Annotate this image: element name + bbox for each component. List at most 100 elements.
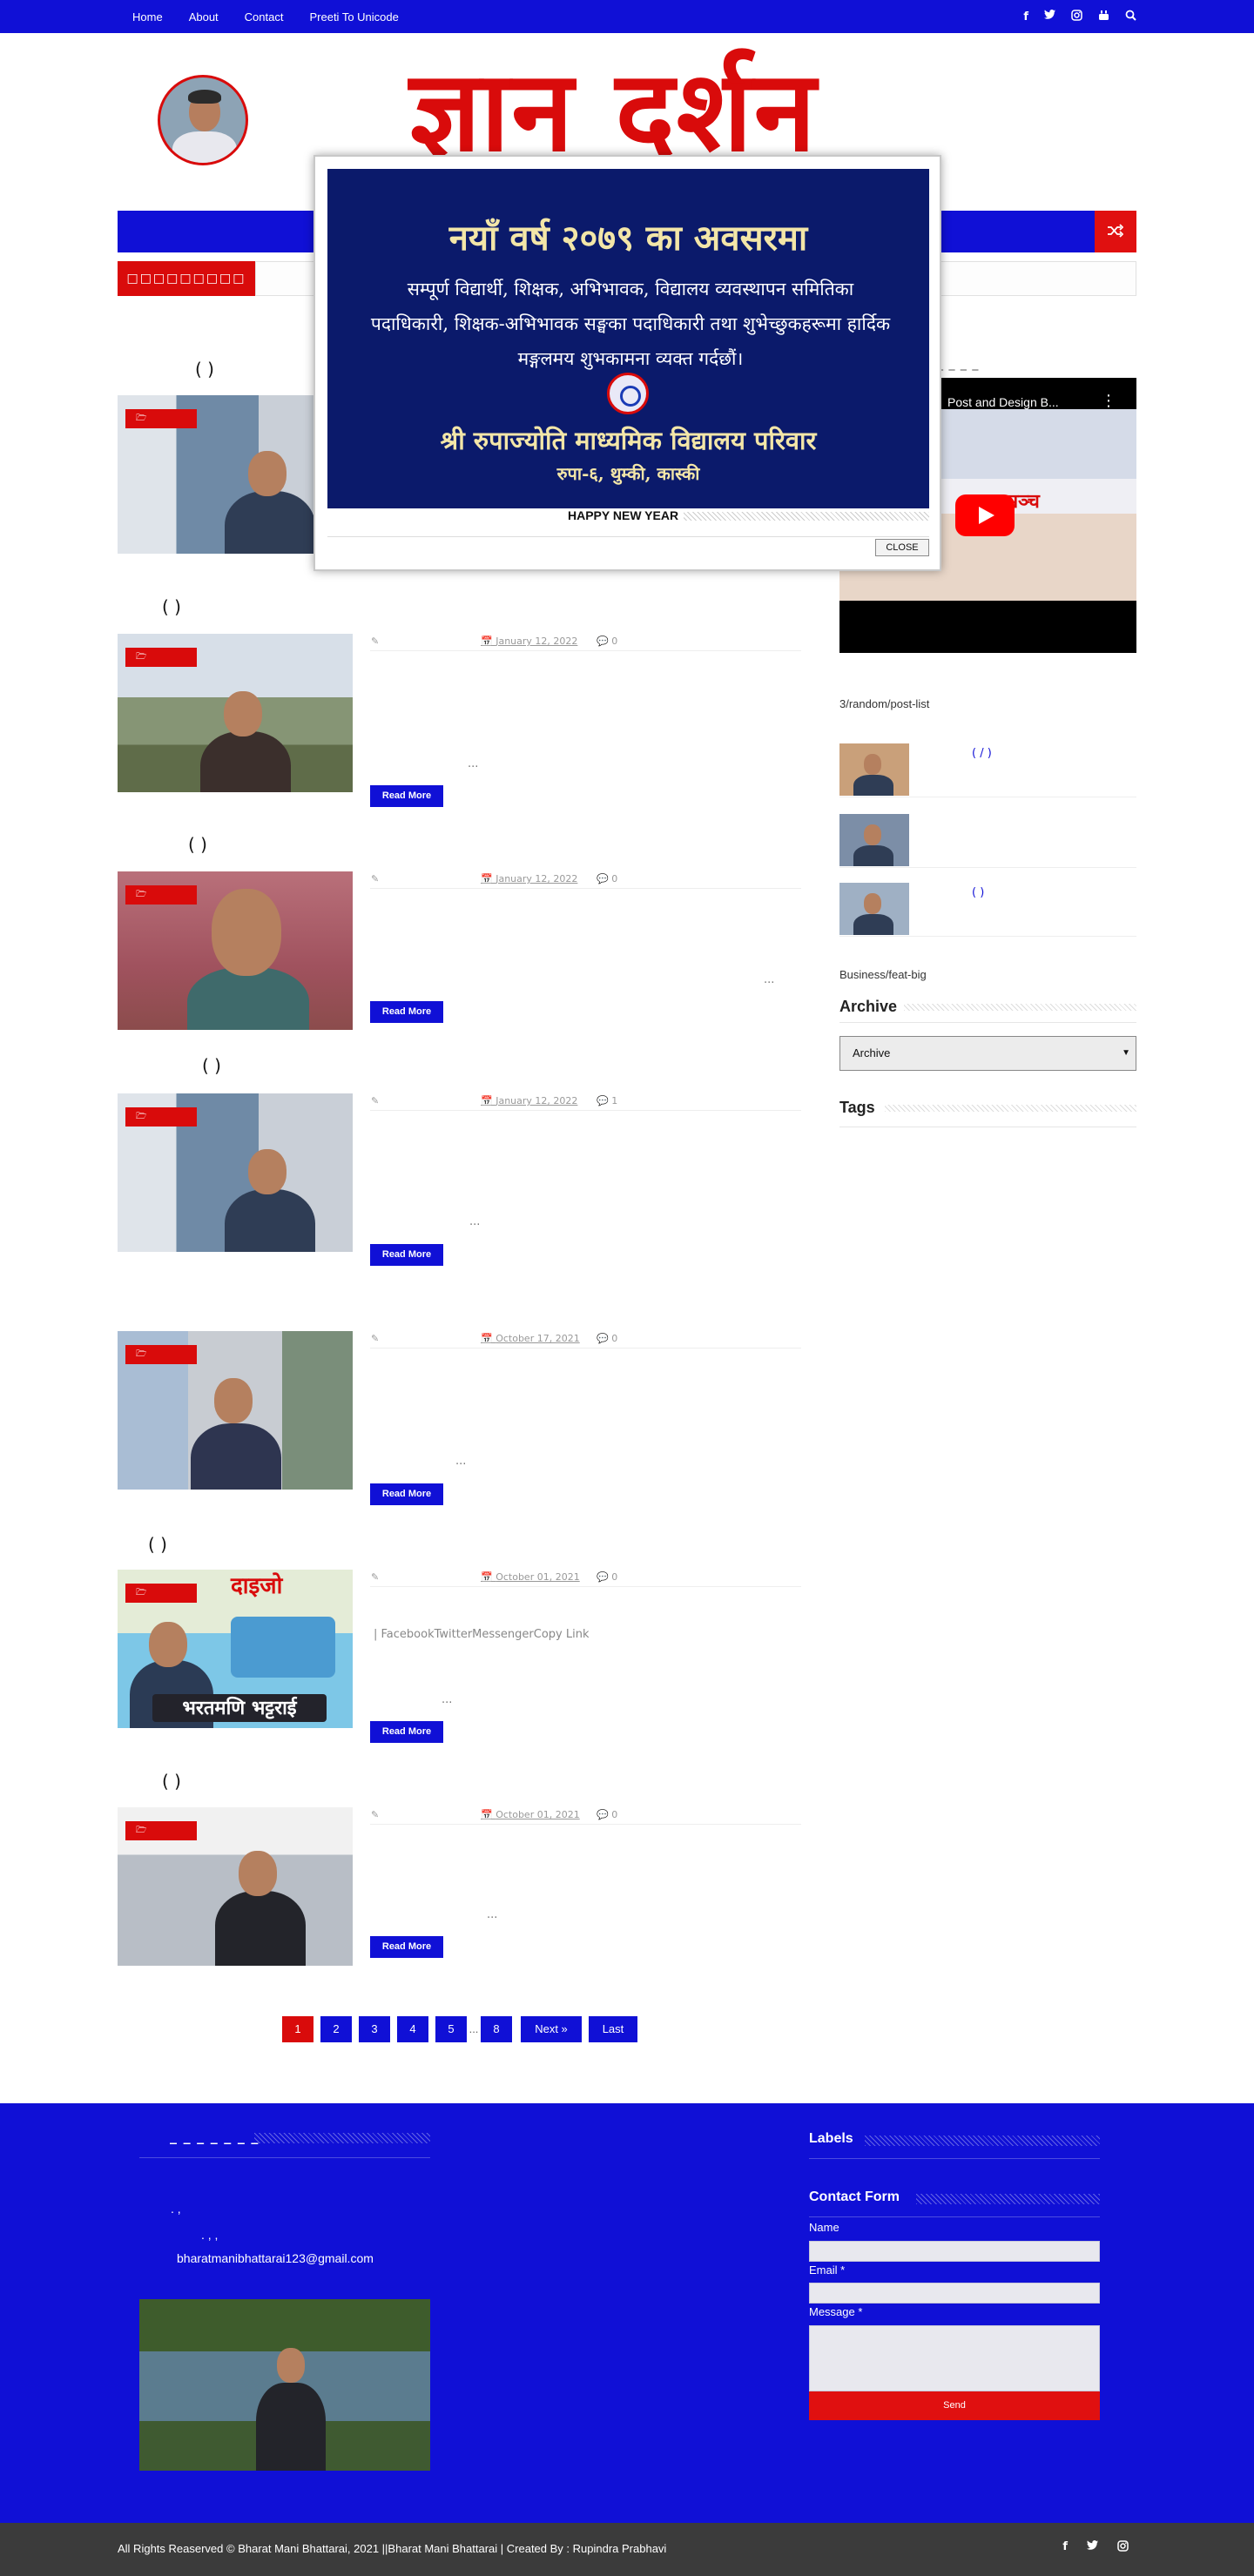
post-date[interactable]: 📅 January 12, 2022 <box>481 1095 577 1106</box>
post-thumbnail[interactable]: दाइजो भरतमणि भट्टराई 🗁 <box>118 1570 353 1728</box>
share-links[interactable]: | FacebookTwitterMessengerCopy Link <box>374 1628 590 1641</box>
footer-labels-heading: Labels <box>809 2131 853 2146</box>
footer-social-icons: f <box>1062 2540 1129 2555</box>
facebook-icon[interactable]: f <box>1062 2540 1068 2555</box>
post-date[interactable]: 📅 October 17, 2021 <box>481 1333 580 1344</box>
email-input[interactable] <box>809 2283 1100 2304</box>
new-year-popup: नयाँ वर्ष २०७९ का अवसरमा सम्पूर्ण विद्या… <box>314 155 941 571</box>
search-icon[interactable] <box>1125 10 1136 24</box>
read-more-button[interactable]: Read More <box>370 1936 443 1958</box>
post-title[interactable]: ( ) <box>188 834 207 855</box>
comment-count[interactable]: 💬 0 <box>597 1571 617 1583</box>
youtube-icon[interactable] <box>1098 10 1109 24</box>
name-label: Name <box>809 2221 839 2234</box>
copyright-text: All Rights Reaserved © Bharat Mani Bhatt… <box>118 2542 667 2555</box>
category-badge[interactable]: 🗁 <box>125 885 197 905</box>
category-badge[interactable]: 🗁 <box>125 1584 197 1603</box>
pencil-icon: ✎ <box>371 873 380 884</box>
comment-count[interactable]: 💬 0 <box>597 1809 617 1820</box>
post-thumbnail[interactable]: 🗁 <box>118 1331 353 1490</box>
comment-count[interactable]: 💬 0 <box>597 1333 617 1344</box>
category-badge[interactable]: 🗁 <box>125 1107 197 1127</box>
category-badge[interactable]: 🗁 <box>125 1345 197 1364</box>
comment-count[interactable]: 💬 0 <box>597 636 617 647</box>
page-5[interactable]: 5 <box>435 2016 467 2042</box>
post-title[interactable]: ( ) <box>195 359 214 380</box>
random-post-item[interactable]: ( ) <box>839 883 1136 937</box>
read-more-button[interactable]: Read More <box>370 1721 443 1743</box>
read-more-button[interactable]: Read More <box>370 1483 443 1505</box>
read-more-button[interactable]: Read More <box>370 1001 443 1023</box>
category-badge[interactable]: 🗁 <box>125 648 197 667</box>
footer-about-title: _ _ _ _ _ _ _ <box>170 2128 260 2144</box>
nav-preeti-to-unicode[interactable]: Preeti To Unicode <box>309 10 398 24</box>
twitter-icon[interactable] <box>1044 10 1055 24</box>
folder-icon: 🗁 <box>136 1112 147 1121</box>
next-page-button[interactable]: Next » <box>521 2016 582 2042</box>
read-more-button[interactable]: Read More <box>370 785 443 807</box>
page-8[interactable]: 8 <box>481 2016 512 2042</box>
page-3[interactable]: 3 <box>359 2016 390 2042</box>
post-date[interactable]: 📅 October 01, 2021 <box>481 1809 580 1820</box>
post-title[interactable]: ( ) <box>202 1055 221 1076</box>
instagram-icon[interactable] <box>1117 2540 1129 2555</box>
footer-about-line: . , , <box>201 2228 219 2242</box>
post-thumbnail[interactable]: 🗁 <box>118 1093 353 1252</box>
popup-heading: नयाँ वर्ष २०७९ का अवसरमा <box>448 218 808 259</box>
page-2[interactable]: 2 <box>320 2016 352 2042</box>
facebook-icon[interactable]: f <box>1023 10 1028 24</box>
post-excerpt: ... <box>468 757 479 770</box>
nav-home[interactable]: Home <box>132 10 163 24</box>
breaking-news-label: □□□□□□□□□ <box>118 261 255 296</box>
random-post-link[interactable]: ( ) <box>972 886 984 899</box>
post-thumbnail[interactable]: 🗁 <box>118 1807 353 1966</box>
archive-select[interactable]: Archive ▼ <box>839 1036 1136 1071</box>
read-more-button[interactable]: Read More <box>370 1244 443 1266</box>
pencil-icon: ✎ <box>371 1095 380 1106</box>
page-1[interactable]: 1 <box>282 2016 314 2042</box>
page-4[interactable]: 4 <box>397 2016 428 2042</box>
category-badge[interactable]: 🗁 <box>125 1821 197 1840</box>
twitter-icon[interactable] <box>1087 2540 1098 2555</box>
name-input[interactable] <box>809 2241 1100 2262</box>
footer-email[interactable]: bharatmanibhattarai123@gmail.com <box>177 2251 374 2265</box>
category-badge[interactable]: 🗁 <box>125 409 197 428</box>
post-excerpt: ... <box>487 1908 498 1921</box>
random-post-item[interactable]: ( / ) <box>839 743 1136 797</box>
post-excerpt: ... <box>442 1693 453 1706</box>
folder-icon: 🗁 <box>136 1588 147 1597</box>
post-date[interactable]: 📅 January 12, 2022 <box>481 636 577 647</box>
instagram-icon[interactable] <box>1071 9 1082 24</box>
comment-count[interactable]: 💬 0 <box>597 873 617 884</box>
random-post-button[interactable] <box>1095 211 1136 252</box>
folder-icon: 🗁 <box>136 652 147 662</box>
nav-contact[interactable]: Contact <box>245 10 284 24</box>
post-date[interactable]: 📅 January 12, 2022 <box>481 873 577 884</box>
video-title[interactable]: Post and Design B... <box>947 395 1059 409</box>
site-logo[interactable]: ज्ञान दर्शन <box>409 50 967 172</box>
post-excerpt: ... <box>469 1215 481 1228</box>
contact-form-heading: Contact Form <box>809 2189 900 2204</box>
post-meta: ✎ 📅 October 01, 2021 💬 0 <box>370 1570 801 1587</box>
post-excerpt: ... <box>455 1455 467 1468</box>
play-button-icon[interactable] <box>955 494 1015 536</box>
post-title[interactable]: ( ) <box>162 596 181 617</box>
random-widget-label: 3/random/post-list <box>839 697 930 710</box>
popup-message: सम्पूर्ण विद्यार्थी, शिक्षक, अभिभावक, वि… <box>370 279 891 369</box>
post-date[interactable]: 📅 October 01, 2021 <box>481 1571 580 1583</box>
random-post-item[interactable] <box>839 814 1136 868</box>
post-thumbnail[interactable]: 🗁 <box>118 634 353 792</box>
post-title[interactable]: ( ) <box>162 1771 181 1792</box>
message-textarea[interactable] <box>809 2325 1100 2391</box>
chevron-down-icon: ▼ <box>1122 1048 1130 1058</box>
more-options-icon[interactable]: ⋮ <box>1101 392 1116 410</box>
random-post-link[interactable]: ( / ) <box>972 747 992 760</box>
nav-about[interactable]: About <box>189 10 219 24</box>
comment-count[interactable]: 💬 1 <box>597 1095 617 1106</box>
close-popup-button[interactable]: CLOSE <box>875 539 929 556</box>
post-thumbnail[interactable]: 🗁 <box>118 871 353 1030</box>
popup-greeting-card: नयाँ वर्ष २०७९ का अवसरमा सम्पूर्ण विद्या… <box>327 169 929 508</box>
last-page-button[interactable]: Last <box>589 2016 637 2042</box>
post-title[interactable]: ( ) <box>148 1534 167 1555</box>
send-button[interactable]: Send <box>809 2391 1100 2420</box>
